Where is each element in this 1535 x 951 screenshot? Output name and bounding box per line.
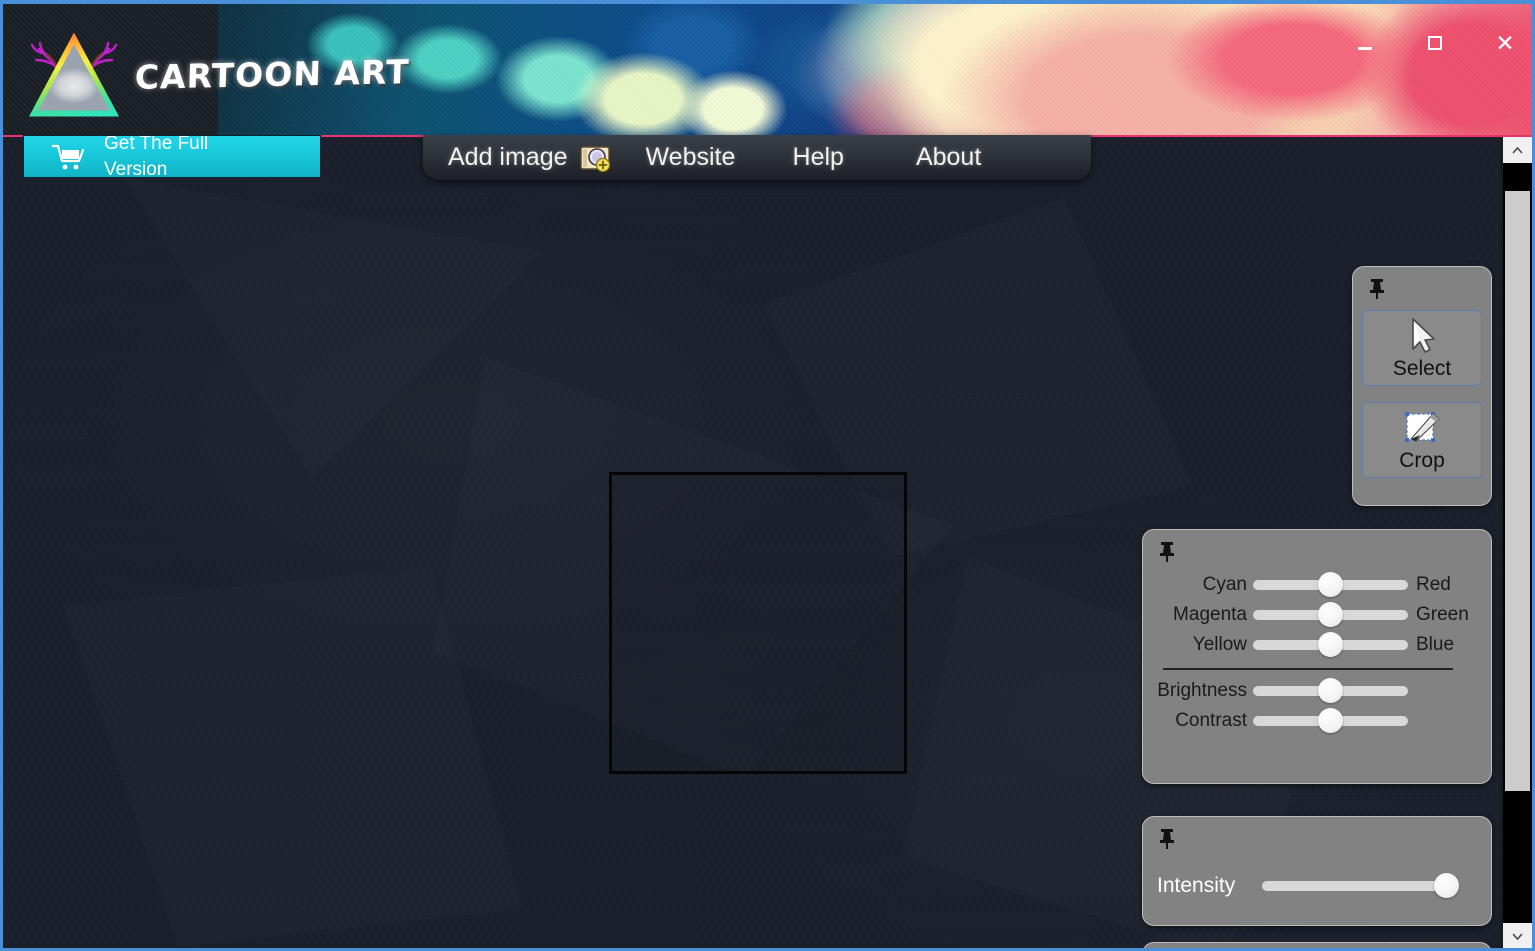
pushpin-icon[interactable] <box>1157 540 1177 562</box>
menu-item-about[interactable]: About <box>916 143 981 172</box>
slider-label-yellow: Yellow <box>1192 634 1247 655</box>
menu-add-image-label: Add image <box>448 143 568 171</box>
magenta-green-slider[interactable] <box>1253 602 1408 627</box>
application-window: CARTOON ART ✕ Get The Full Version Add i… <box>0 0 1535 951</box>
scroll-up-button[interactable] <box>1503 137 1532 163</box>
intensity-label: Intensity <box>1157 874 1236 897</box>
pushpin-icon[interactable] <box>1367 277 1387 299</box>
menu-help-label: Help <box>792 143 844 171</box>
menu-about-label: About <box>915 143 982 171</box>
scroll-down-button[interactable] <box>1503 923 1532 948</box>
empty-image-frame[interactable] <box>609 472 907 774</box>
vertical-scrollbar[interactable] <box>1503 137 1532 948</box>
panel-divider <box>1163 668 1453 670</box>
slider-label-magenta: Magenta <box>1173 604 1247 625</box>
slider-row-cyan-red: Cyan Red <box>1149 572 1478 597</box>
color-adjustment-panel: Cyan Red Magenta Green Yellow Blue Brigh… <box>1142 529 1492 784</box>
slider-row-contrast: Contrast <box>1149 708 1478 733</box>
chevron-down-icon <box>1512 933 1523 940</box>
main-menu-bar: Add image Website Help About <box>423 135 1091 180</box>
chevron-up-icon <box>1512 146 1523 153</box>
pushpin-icon[interactable] <box>1157 827 1177 849</box>
intensity-slider[interactable] <box>1262 873 1459 898</box>
scrollbar-thumb[interactable] <box>1505 191 1530 791</box>
slider-row-magenta-green: Magenta Green <box>1149 602 1478 627</box>
close-button[interactable]: ✕ <box>1486 26 1524 60</box>
minimize-icon <box>1358 46 1372 50</box>
crop-brush-icon <box>1405 412 1440 442</box>
intensity-row: Intensity <box>1157 873 1459 898</box>
add-image-camera-icon <box>579 145 610 172</box>
shopping-cart-icon <box>52 144 85 169</box>
cyan-red-slider-thumb[interactable] <box>1318 572 1343 597</box>
contrast-slider-thumb[interactable] <box>1318 708 1343 733</box>
slider-label-green: Green <box>1416 604 1469 625</box>
slider-row-brightness: Brightness <box>1149 678 1478 703</box>
window-controls: ✕ <box>1346 26 1524 60</box>
crop-tool-label: Crop <box>1399 449 1445 472</box>
select-tool-label: Select <box>1392 357 1452 380</box>
intensity-panel: Intensity <box>1142 816 1492 926</box>
menu-item-help[interactable]: Help <box>793 143 844 172</box>
menu-website-label: Website <box>645 143 736 171</box>
menu-item-add-image[interactable]: Add image <box>448 143 612 172</box>
app-logo: CARTOON ART <box>25 22 410 127</box>
select-tool-button[interactable]: Select <box>1362 310 1482 386</box>
slider-label-brightness: Brightness <box>1157 680 1247 701</box>
get-full-version-label: Get The Full Version <box>104 135 209 178</box>
slider-row-yellow-blue: Yellow Blue <box>1149 632 1478 657</box>
slider-label-blue: Blue <box>1416 634 1455 655</box>
slider-label-cyan: Cyan <box>1202 574 1247 595</box>
minimize-button[interactable] <box>1346 26 1384 60</box>
slider-label-red: Red <box>1416 574 1451 595</box>
tools-panel: Select Crop <box>1352 266 1492 506</box>
magenta-green-slider-thumb[interactable] <box>1318 602 1343 627</box>
yellow-blue-slider[interactable] <box>1253 632 1408 657</box>
brightness-slider-thumb[interactable] <box>1318 678 1343 703</box>
brightness-slider[interactable] <box>1253 678 1408 703</box>
menu-item-website[interactable]: Website <box>646 143 766 172</box>
slider-label-contrast: Contrast <box>1175 710 1247 731</box>
maximize-icon <box>1428 36 1442 50</box>
additional-panel[interactable] <box>1142 942 1492 948</box>
crop-tool-button[interactable]: Crop <box>1362 402 1482 478</box>
get-full-version-button[interactable]: Get The Full Version <box>23 135 321 178</box>
triangle-deer-logo-icon <box>25 29 123 121</box>
close-icon: ✕ <box>1495 29 1515 56</box>
header-banner: CARTOON ART ✕ <box>3 4 1532 135</box>
app-title-wordmark: CARTOON ART <box>134 52 411 97</box>
yellow-blue-slider-thumb[interactable] <box>1318 632 1343 657</box>
maximize-button[interactable] <box>1416 26 1454 60</box>
cursor-arrow-icon <box>1412 318 1435 353</box>
cyan-red-slider[interactable] <box>1253 572 1408 597</box>
intensity-slider-thumb[interactable] <box>1434 873 1459 898</box>
contrast-slider[interactable] <box>1253 708 1408 733</box>
